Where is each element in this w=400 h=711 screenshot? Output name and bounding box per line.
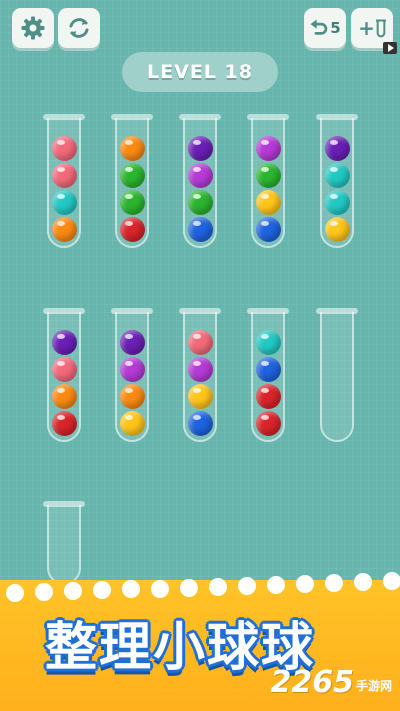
banner-dot [151, 579, 169, 598]
banner-dot [354, 573, 372, 592]
ball-blue [256, 217, 281, 242]
ball-green [256, 163, 281, 188]
ball-red [52, 411, 77, 436]
ball-violet [188, 357, 213, 382]
banner-dot [383, 572, 400, 591]
banner-dots [0, 568, 400, 602]
tube-3[interactable] [179, 114, 221, 248]
banner-dot [238, 576, 256, 595]
ball-violet [188, 163, 213, 188]
ball-red [256, 411, 281, 436]
gear-icon [21, 16, 45, 40]
ball-red [120, 217, 145, 242]
ball-red [256, 384, 281, 409]
settings-button[interactable] [12, 8, 54, 48]
tube-1[interactable] [43, 114, 85, 248]
banner-dot [35, 583, 53, 602]
ball-yellow [256, 190, 281, 215]
banner-dot [180, 578, 198, 597]
ball-pink [52, 163, 77, 188]
ball-yellow [120, 411, 145, 436]
level-label: LEVEL 18 [147, 61, 253, 83]
ball-purple [325, 136, 350, 161]
undo-icon [310, 19, 328, 35]
tube-10[interactable] [316, 308, 358, 442]
banner-dot [296, 575, 314, 593]
undo-count: 5 [330, 19, 341, 37]
ball-violet [120, 357, 145, 382]
ball-blue [188, 411, 213, 436]
banner-dot [325, 574, 343, 593]
ball-orange [52, 217, 77, 242]
ball-orange [120, 136, 145, 161]
watermark-number: 2265 [270, 665, 354, 700]
tube-2[interactable] [111, 114, 153, 248]
ball-violet [256, 136, 281, 161]
ball-teal [325, 163, 350, 188]
ball-teal [325, 190, 350, 215]
banner-dot [209, 577, 227, 596]
ball-purple [52, 330, 77, 355]
undo-button[interactable]: 5 [304, 8, 346, 48]
video-ad-icon [383, 42, 397, 54]
add-tube-icon [375, 19, 386, 38]
ball-green [120, 190, 145, 215]
ball-orange [52, 384, 77, 409]
tube-4[interactable] [247, 114, 289, 248]
ball-pink [188, 330, 213, 355]
tube-5[interactable] [316, 114, 358, 248]
ball-pink [52, 136, 77, 161]
ball-green [120, 163, 145, 188]
ball-pink [52, 357, 77, 382]
plus-label: + [358, 16, 375, 40]
ball-purple [120, 330, 145, 355]
ball-blue [256, 357, 281, 382]
ball-teal [52, 190, 77, 215]
banner-dot [267, 575, 285, 594]
tube-6[interactable] [43, 308, 85, 442]
tube-9[interactable] [247, 308, 289, 442]
ball-yellow [325, 217, 350, 242]
banner-dot [122, 580, 140, 599]
tube-8[interactable] [179, 308, 221, 442]
refresh-icon [69, 18, 89, 38]
level-indicator: LEVEL 18 [122, 52, 278, 92]
watermark-suffix: 手游网 [355, 679, 392, 693]
ball-blue [188, 217, 213, 242]
restart-button[interactable] [58, 8, 100, 48]
add-tube-button[interactable]: + [351, 8, 397, 54]
ball-green [188, 190, 213, 215]
ball-teal [256, 330, 281, 355]
ball-purple [188, 136, 213, 161]
site-watermark: 2265 手游网 [270, 668, 392, 698]
ball-orange [120, 384, 145, 409]
ball-yellow [188, 384, 213, 409]
banner-dot [6, 584, 24, 602]
tube-7[interactable] [111, 308, 153, 442]
